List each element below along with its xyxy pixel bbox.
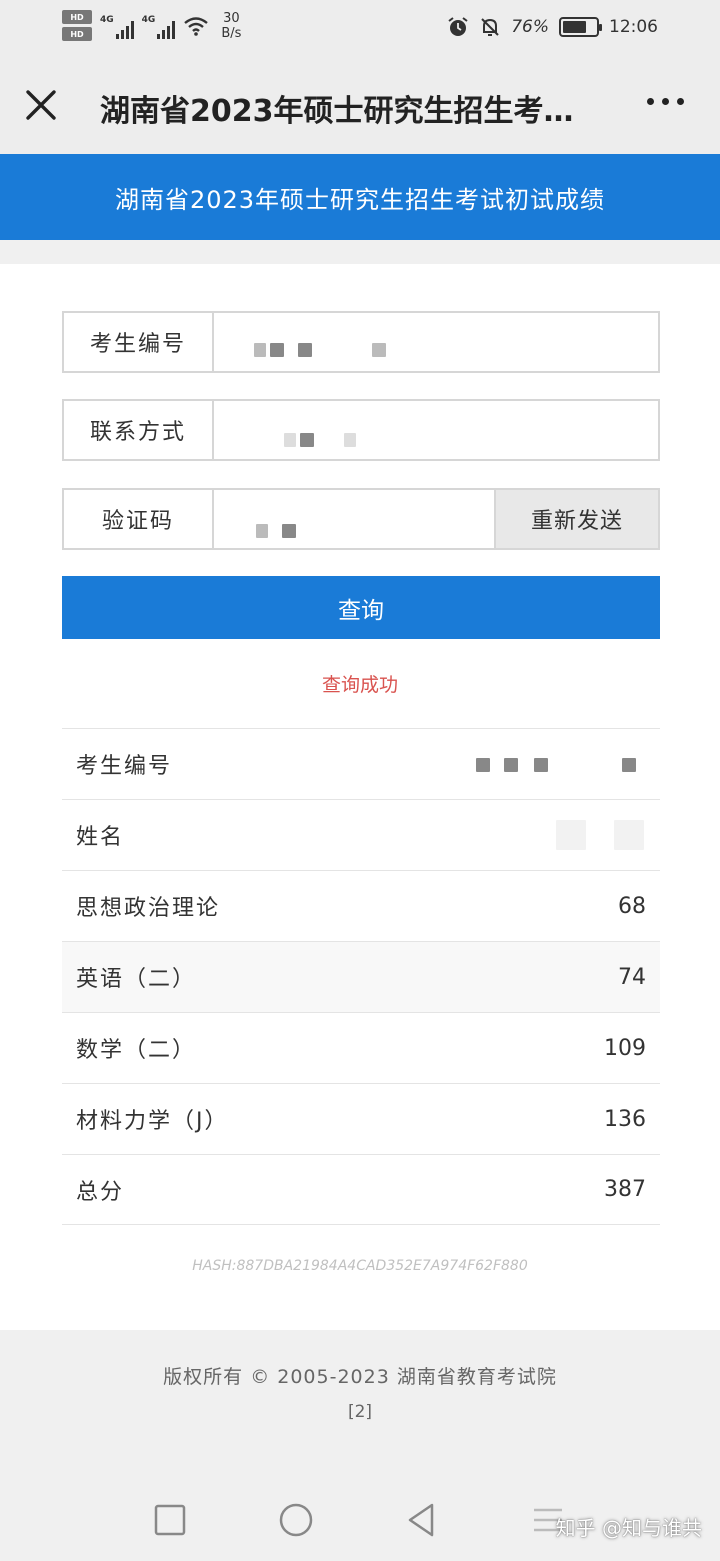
status-bar: HD HD 4G 4G 30 B/s 76% 12:06 (0, 0, 720, 58)
row-label: 考生编号 (76, 754, 173, 779)
hash-text: HASH:887DBA21984A4CAD352E7A974F62F880 (192, 1258, 528, 1274)
page-title: 湖南省2023年硕士研究生招生考试初试成绩 (100, 94, 590, 129)
table-row: 数学（二） 109 (62, 1012, 660, 1083)
exam-no-row: 考生编号 (62, 311, 660, 373)
title-bar: 湖南省2023年硕士研究生招生考试初试成绩 (0, 58, 720, 154)
clock: 12:06 (609, 17, 658, 37)
page-banner: 湖南省2023年硕士研究生招生考试初试成绩 (0, 154, 720, 240)
battery-percent: 76% (511, 17, 549, 37)
net-speed: 30 B/s (221, 10, 242, 41)
system-nav-bar: 知乎 @知与谁共 (0, 1480, 720, 1561)
table-row: 英语（二） 74 (62, 941, 660, 1012)
contact-input[interactable] (214, 401, 658, 459)
back-icon[interactable] (402, 1500, 442, 1540)
table-row: 思想政治理论 68 (62, 870, 660, 941)
row-label: 英语（二） (76, 967, 197, 992)
table-row: 姓名 (62, 799, 660, 870)
watermark: 知乎 @知与谁共 (555, 1516, 702, 1540)
contact-row: 联系方式 (62, 399, 660, 461)
table-row-total: 总分 387 (62, 1154, 660, 1225)
row-value: 74 (618, 964, 646, 990)
exam-no-value-redacted (476, 756, 646, 772)
resend-button[interactable]: 重新发送 (494, 490, 658, 548)
mute-bell-icon (481, 18, 499, 36)
close-icon[interactable] (22, 86, 60, 124)
table-row: 材料力学（J） 136 (62, 1083, 660, 1154)
row-value: 109 (604, 1035, 646, 1061)
recent-apps-icon[interactable] (150, 1500, 190, 1540)
row-value: 387 (604, 1177, 646, 1202)
row-label: 总分 (76, 1179, 125, 1205)
captcha-input[interactable] (214, 490, 494, 548)
query-button[interactable]: 查询 (62, 576, 660, 639)
results-table: 考生编号 姓名 思想政治理论 68 英语（二） 74 数学（二） 109 材料力… (62, 728, 660, 1225)
exam-no-label: 考生编号 (64, 313, 214, 371)
row-value: 136 (604, 1106, 646, 1132)
row-label: 姓名 (76, 825, 125, 850)
signal-2-icon: 4G (142, 13, 176, 39)
page-number: [2] (347, 1402, 373, 1422)
captcha-label: 验证码 (64, 490, 214, 548)
query-success-message: 查询成功 (321, 674, 398, 696)
contact-label: 联系方式 (64, 401, 214, 459)
name-value-redacted (556, 820, 646, 850)
hd-badge-1: HD (62, 10, 92, 24)
row-value: 68 (618, 893, 646, 919)
alarm-icon (448, 17, 468, 36)
copyright-text: 版权所有 © 2005-2023 湖南省教育考试院 (163, 1366, 557, 1388)
exam-no-input[interactable] (214, 313, 658, 371)
more-options-icon[interactable] (647, 98, 684, 105)
table-row: 考生编号 (62, 728, 660, 799)
wifi-icon (184, 16, 209, 36)
home-icon[interactable] (276, 1500, 316, 1540)
hd-badge-2: HD (62, 27, 92, 41)
signal-1-icon: 4G (100, 13, 134, 39)
row-label: 材料力学（J） (76, 1109, 229, 1134)
row-label: 思想政治理论 (76, 896, 221, 921)
battery-icon (559, 17, 602, 37)
captcha-row: 验证码 重新发送 (62, 488, 660, 550)
row-label: 数学（二） (76, 1038, 197, 1063)
divider-band (0, 240, 720, 264)
